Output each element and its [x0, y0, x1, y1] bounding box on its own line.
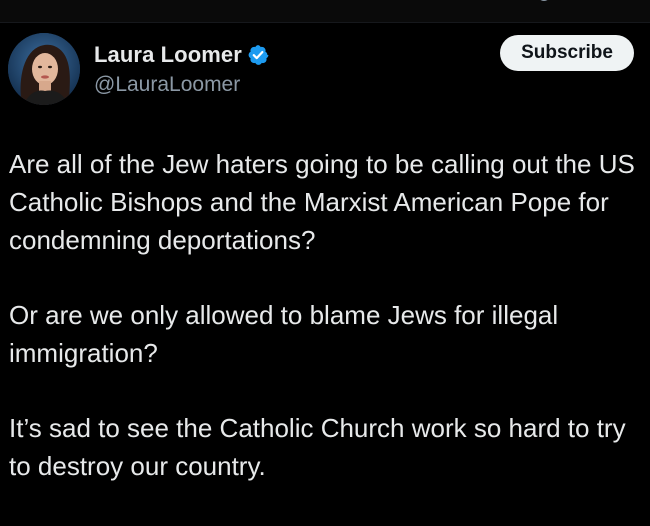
tweet-paragraph: Or are we only allowed to blame Jews for…: [9, 300, 559, 368]
handle[interactable]: @LauraLoomer: [94, 73, 240, 97]
top-bar: [0, 0, 650, 23]
tweet-text: Are all of the Jew haters going to be ca…: [9, 145, 639, 522]
tweet-header: Laura Loomer @LauraLoomer Subscribe: [8, 33, 634, 105]
profile-photo-icon: [8, 33, 80, 105]
display-name[interactable]: Laura Loomer: [94, 42, 242, 68]
verified-badge-icon[interactable]: [247, 44, 269, 66]
subscribe-button[interactable]: Subscribe: [500, 35, 634, 71]
tweet-paragraph: It’s sad to see the Catholic Church work…: [9, 413, 626, 481]
share-icon[interactable]: [534, 0, 554, 8]
name-row: Laura Loomer: [94, 41, 269, 69]
tweet-paragraph: Are all of the Jew haters going to be ca…: [9, 149, 635, 255]
avatar[interactable]: [8, 33, 80, 105]
